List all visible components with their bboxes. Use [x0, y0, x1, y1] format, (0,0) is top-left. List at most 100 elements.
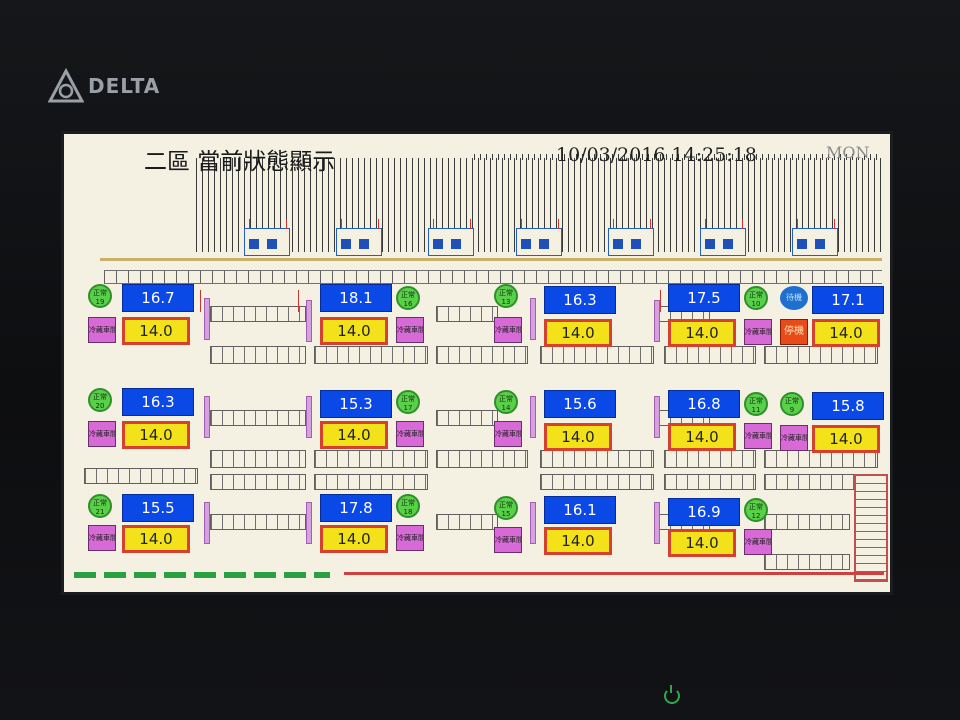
temp-reading: 16.3: [122, 388, 194, 416]
temp-reading: 17.8: [320, 494, 392, 522]
setpoint[interactable]: 14.0: [812, 319, 880, 347]
setpoint[interactable]: 14.0: [544, 319, 612, 347]
status-indicator[interactable]: 正常 14: [494, 390, 518, 414]
rack: [210, 514, 306, 530]
setpoint[interactable]: 14.0: [668, 529, 736, 557]
status-indicator[interactable]: 正常 18: [396, 494, 420, 518]
door-bay: [700, 219, 746, 256]
temp-reading: 15.5: [122, 494, 194, 522]
setpoint[interactable]: 14.0: [668, 319, 736, 347]
setpoint[interactable]: 14.0: [544, 423, 612, 451]
mode-button[interactable]: 冷藏車間: [396, 421, 424, 447]
rack: [764, 554, 850, 570]
page-title: 二區 當前狀態顯示: [144, 149, 336, 175]
rack: [436, 306, 498, 322]
status-indicator[interactable]: 正常 20: [88, 388, 112, 412]
door-bay: [336, 219, 382, 256]
temp-reading: 17.5: [668, 284, 740, 312]
status-indicator[interactable]: 正常 10: [744, 286, 768, 310]
valve-tick: [660, 290, 661, 312]
status-indicator[interactable]: 正常 19: [88, 284, 112, 308]
door-bay: [792, 219, 838, 256]
temp-reading: 16.9: [668, 498, 740, 526]
mode-button[interactable]: 冷藏車間: [494, 421, 522, 447]
pipe-marker: [204, 502, 210, 544]
mode-button[interactable]: 冷藏車間: [744, 529, 772, 555]
temp-reading: 16.7: [122, 284, 194, 312]
track-rail: [100, 258, 882, 261]
status-indicator[interactable]: 正常 17: [396, 390, 420, 414]
status-indicator[interactable]: 正常 13: [494, 284, 518, 308]
rack: [764, 474, 856, 490]
rack: [210, 450, 306, 468]
setpoint[interactable]: 14.0: [320, 421, 388, 449]
setpoint[interactable]: 14.0: [122, 525, 190, 553]
temp-reading: 16.3: [544, 286, 616, 314]
status-indicator[interactable]: 正常 21: [88, 494, 112, 518]
rack: [210, 474, 306, 490]
status-indicator[interactable]: 待機: [780, 286, 808, 310]
door-bay: [516, 219, 562, 256]
mode-button[interactable]: 冷藏車間: [744, 423, 772, 449]
mode-button[interactable]: 冷藏車間: [88, 317, 116, 343]
mode-button[interactable]: 冷藏車間: [494, 317, 522, 343]
rack: [210, 306, 306, 322]
pipe-marker: [530, 502, 536, 544]
delta-logo-icon: [48, 68, 84, 103]
setpoint[interactable]: 14.0: [122, 421, 190, 449]
pipe-marker: [306, 396, 312, 438]
rack: [314, 346, 428, 364]
pipe-marker: [530, 396, 536, 438]
weekday: MON: [826, 143, 870, 162]
rack: [664, 450, 756, 468]
mode-button[interactable]: 冷藏車間: [396, 317, 424, 343]
mode-button[interactable]: 冷藏車間: [88, 525, 116, 551]
door-bay: [244, 219, 290, 256]
pipe-marker: [204, 298, 210, 340]
rack: [314, 450, 428, 468]
setpoint[interactable]: 14.0: [320, 525, 388, 553]
pipe-marker: [306, 502, 312, 544]
setpoint[interactable]: 14.0: [320, 317, 388, 345]
rack: [436, 450, 528, 468]
rack: [540, 450, 654, 468]
status-indicator[interactable]: 正常 9: [780, 392, 804, 416]
datetime: 10/03/2016 14:25:18: [556, 144, 757, 166]
pipe-marker: [306, 300, 312, 342]
rack: [436, 410, 498, 426]
status-indicator[interactable]: 正常 11: [744, 392, 768, 416]
setpoint[interactable]: 14.0: [668, 423, 736, 451]
side-conveyor: [854, 474, 888, 582]
setpoint[interactable]: 14.0: [122, 317, 190, 345]
rack: [210, 410, 306, 426]
floor-indicator: [74, 572, 330, 578]
stop-button[interactable]: 停機: [780, 319, 808, 345]
setpoint[interactable]: 14.0: [812, 425, 880, 453]
temp-reading: 15.6: [544, 390, 616, 418]
rack: [764, 346, 878, 364]
pipe-marker: [204, 396, 210, 438]
door-bay: [428, 219, 474, 256]
status-indicator[interactable]: 正常 15: [494, 496, 518, 520]
temp-reading: 18.1: [320, 284, 392, 312]
temp-reading: 17.1: [812, 286, 884, 314]
brand: DELTA: [48, 68, 160, 104]
mode-button[interactable]: 冷藏車間: [744, 319, 772, 345]
rack: [764, 514, 850, 530]
pipe-marker: [654, 396, 660, 438]
mode-button[interactable]: 冷藏車間: [88, 421, 116, 447]
power-icon[interactable]: [664, 685, 680, 704]
mode-button[interactable]: 冷藏車間: [780, 425, 808, 451]
temp-reading: 16.8: [668, 390, 740, 418]
rack: [540, 346, 654, 364]
status-indicator[interactable]: 正常 16: [396, 286, 420, 310]
rack: [540, 474, 654, 490]
rack: [436, 514, 498, 530]
pipe-marker: [654, 502, 660, 544]
valve-tick: [200, 290, 201, 312]
mode-button[interactable]: 冷藏車間: [494, 527, 522, 553]
temp-reading: 15.8: [812, 392, 884, 420]
mode-button[interactable]: 冷藏車間: [396, 525, 424, 551]
status-indicator[interactable]: 正常 12: [744, 498, 768, 522]
setpoint[interactable]: 14.0: [544, 527, 612, 555]
